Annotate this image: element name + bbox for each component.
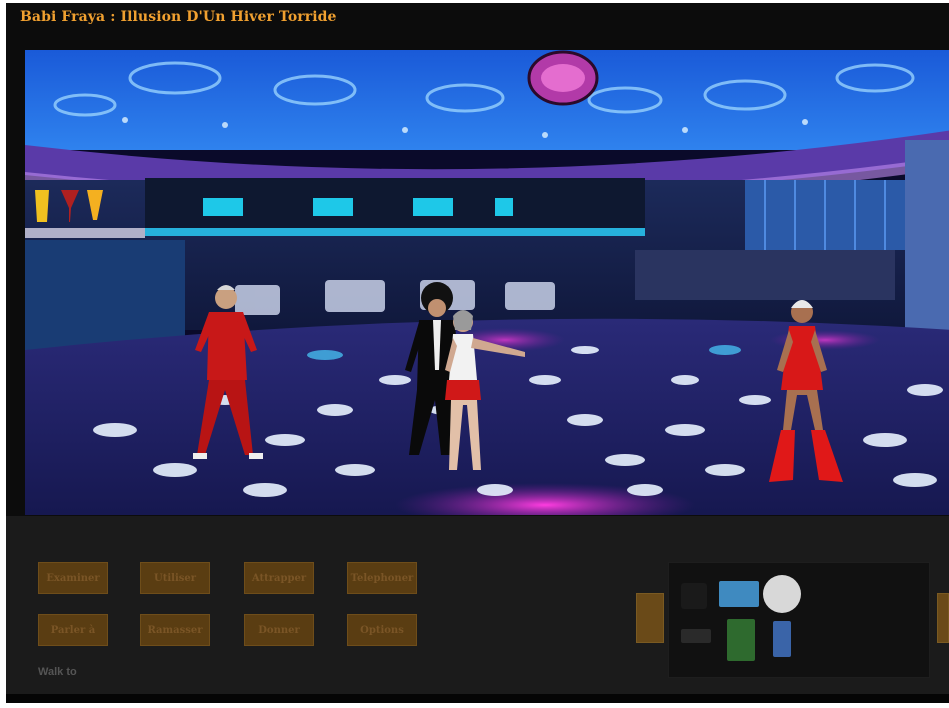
- control-panel: Examiner Utiliser Attrapper Telephoner P…: [6, 516, 949, 701]
- verb-button-utiliser[interactable]: Utiliser: [140, 562, 210, 594]
- inventory-scroll-left-button[interactable]: [636, 593, 664, 643]
- inventory-panel: [668, 562, 930, 678]
- pad-icon[interactable]: [681, 629, 711, 643]
- game-window: Babi Fraya : Illusion D'Un Hiver Torride: [6, 3, 949, 703]
- verb-button-options[interactable]: Options: [347, 614, 417, 646]
- green-card-icon[interactable]: [727, 619, 755, 661]
- verb-button-donner[interactable]: Donner: [244, 614, 314, 646]
- verb-button-ramasser[interactable]: Ramasser: [140, 614, 210, 646]
- phone-icon[interactable]: [681, 583, 707, 609]
- bottom-border: [6, 694, 949, 703]
- game-title: Babi Fraya : Illusion D'Un Hiver Torride: [20, 9, 337, 25]
- action-status-line: Walk to: [38, 666, 77, 678]
- nightclub-scene-illustration: [25, 50, 949, 515]
- orb-icon[interactable]: [763, 575, 801, 613]
- verb-button-parler-a[interactable]: Parler à: [38, 614, 108, 646]
- cassette-icon[interactable]: [719, 581, 759, 607]
- game-scene[interactable]: [25, 50, 949, 515]
- verb-button-telephoner[interactable]: Telephoner: [347, 562, 417, 594]
- verb-button-attrapper[interactable]: Attrapper: [244, 562, 314, 594]
- inventory-scroll-right-button[interactable]: [937, 593, 949, 643]
- verb-button-examiner[interactable]: Examiner: [38, 562, 108, 594]
- blue-card-icon[interactable]: [773, 621, 791, 657]
